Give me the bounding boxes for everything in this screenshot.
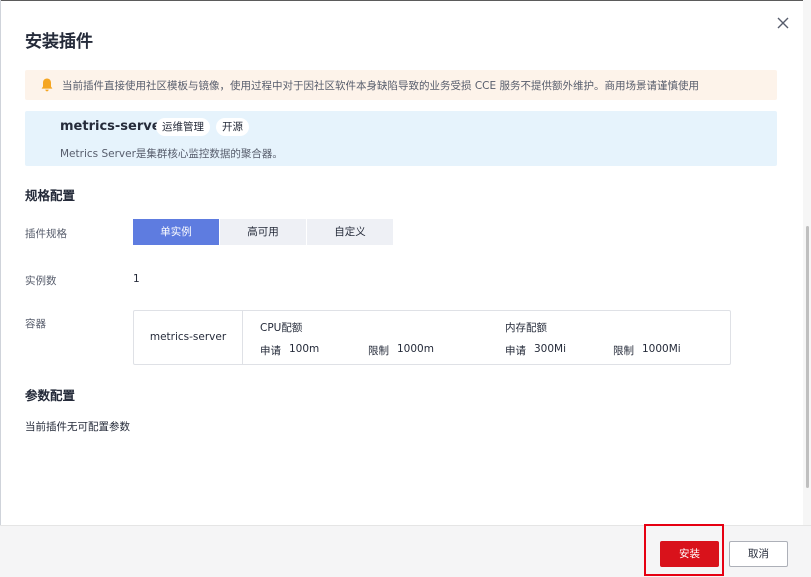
window-top-border <box>0 0 811 1</box>
param-section-title: 参数配置 <box>25 388 76 403</box>
tag-open-source: 开源 <box>216 118 249 136</box>
bell-icon <box>41 78 53 92</box>
instances-value: 1 <box>133 273 140 285</box>
spec-section-title: 规格配置 <box>25 188 76 203</box>
window-left-border <box>0 0 1 577</box>
container-name: metrics-server <box>149 331 227 343</box>
cpu-quota-title: CPU配额 <box>260 322 303 334</box>
cpu-request-value: 100m <box>289 343 320 355</box>
plugin-description: Metrics Server是集群核心监控数据的聚合器。 <box>60 148 283 160</box>
instances-label: 实例数 <box>25 275 57 287</box>
plugin-info-card: metrics-server 运维管理 开源 Metrics Server是集群… <box>25 111 777 166</box>
close-icon[interactable] <box>774 14 792 32</box>
memory-limit-value: 1000Mi <box>642 343 681 355</box>
container-divider <box>242 311 243 364</box>
spec-option-custom[interactable]: 自定义 <box>307 219 393 245</box>
install-button[interactable]: 安装 <box>660 541 719 567</box>
tag-ops-management: 运维管理 <box>156 118 210 136</box>
warning-banner: 当前插件直接使用社区模板与镜像，使用过程中对于因社区软件本身缺陷导致的业务受损 … <box>25 70 777 100</box>
spec-option-ha[interactable]: 高可用 <box>220 219 306 245</box>
memory-request-value: 300Mi <box>534 343 567 355</box>
cpu-request-label: 申请 <box>260 345 281 357</box>
memory-request-label: 申请 <box>505 345 526 357</box>
spec-option-single[interactable]: 单实例 <box>133 219 219 245</box>
warning-text: 当前插件直接使用社区模板与镜像，使用过程中对于因社区软件本身缺陷导致的业务受损 … <box>62 79 699 92</box>
cancel-button[interactable]: 取消 <box>729 541 788 567</box>
dialog-title: 安装插件 <box>25 32 93 52</box>
scrollbar-thumb[interactable] <box>806 226 809 488</box>
param-empty-text: 当前插件无可配置参数 <box>25 421 130 433</box>
memory-quota-title: 内存配额 <box>505 322 547 334</box>
memory-limit-label: 限制 <box>613 345 634 357</box>
container-label: 容器 <box>25 318 46 330</box>
container-quota-box: metrics-server CPU配额 申请 100m 限制 1000m 内存… <box>133 310 731 365</box>
plugin-name: metrics-server <box>60 119 167 134</box>
cpu-limit-label: 限制 <box>368 345 389 357</box>
plugin-spec-label: 插件规格 <box>25 228 67 240</box>
cpu-limit-value: 1000m <box>397 343 434 355</box>
